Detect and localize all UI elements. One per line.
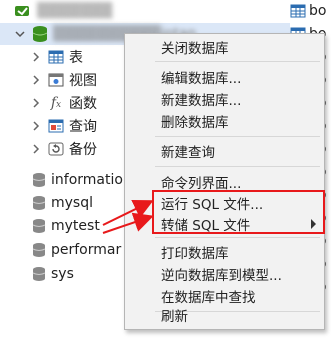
menu-item-label: 命令列界面...: [161, 176, 242, 192]
tree-item-queries[interactable]: 查询: [0, 115, 97, 137]
tree-item-label: 表: [69, 50, 83, 66]
database-icon: [32, 218, 46, 234]
tree-db-label: informatio: [51, 172, 123, 188]
tree-db-mytest[interactable]: mytest: [0, 215, 100, 237]
database-icon: [32, 266, 46, 282]
function-icon: fx: [50, 95, 62, 111]
menu-item-new-query[interactable]: 新建查询: [125, 140, 324, 162]
tree-item-label: 查询: [69, 119, 97, 135]
tree-db-label: performar: [51, 242, 122, 258]
tree-item-backups[interactable]: 备份: [0, 138, 97, 160]
database-icon: [32, 195, 46, 211]
menu-item-label: 编辑数据库...: [161, 71, 242, 87]
table-icon: [290, 4, 306, 18]
database-icon: [32, 242, 46, 258]
table-icon: [48, 50, 64, 64]
tree-db-label: mysql: [51, 195, 93, 211]
tree-item-label: 视图: [69, 73, 97, 89]
menu-item-delete-database[interactable]: 删除数据库: [125, 110, 324, 132]
menu-item-label: 打印数据库: [161, 246, 229, 262]
query-icon: [48, 119, 64, 133]
menu-separator: [155, 237, 320, 238]
tree-item-views[interactable]: 视图: [0, 69, 97, 91]
chevron-right-icon[interactable]: [30, 74, 42, 86]
menu-item-close-database[interactable]: 关闭数据库: [125, 36, 324, 58]
database-icon: [32, 172, 46, 188]
tree-db-label: sys: [51, 266, 74, 282]
backup-icon: [48, 142, 64, 156]
menu-item-edit-database[interactable]: 编辑数据库...: [125, 66, 324, 88]
connection-name: ▒▒▒▒▒▒▒: [37, 3, 113, 19]
database-icon: [32, 25, 48, 43]
tree-db-information-schema[interactable]: informatio: [0, 169, 123, 191]
tree-item-label: 备份: [69, 142, 97, 158]
menu-item-label: 刷新: [161, 309, 188, 325]
list-item-label: bo: [309, 3, 327, 19]
connection-icon: [14, 4, 32, 18]
tree-db-sys[interactable]: sys: [0, 263, 74, 285]
list-item[interactable]: bo: [290, 0, 326, 22]
menu-item-label: 关闭数据库: [161, 41, 229, 57]
menu-item-label: 逆向数据库到模型...: [161, 268, 282, 284]
chevron-right-icon[interactable]: [30, 51, 42, 63]
menu-item-print-database[interactable]: 打印数据库: [125, 241, 324, 263]
chevron-right-icon[interactable]: [30, 97, 42, 109]
menu-item-reverse-to-model[interactable]: 逆向数据库到模型...: [125, 263, 324, 285]
chevron-down-icon[interactable]: [14, 28, 26, 40]
view-icon: [48, 73, 64, 87]
tree-db-label: mytest: [51, 218, 100, 234]
tree-db-performance-schema[interactable]: performar: [0, 239, 121, 261]
tree-item-functions[interactable]: fx 函数: [0, 92, 97, 114]
tree-item-tables[interactable]: 表: [0, 46, 83, 68]
menu-separator: [155, 166, 320, 167]
menu-item-label: 新建数据库...: [161, 93, 242, 109]
menu-item-label: 删除数据库: [161, 115, 229, 131]
tree-item-label: 函数: [69, 96, 97, 112]
menu-item-label: 新建查询: [161, 145, 215, 161]
tree-db-mysql[interactable]: mysql: [0, 192, 93, 214]
menu-separator: [155, 61, 320, 62]
chevron-right-icon[interactable]: [30, 143, 42, 155]
highlight-box: [152, 190, 325, 234]
chevron-right-icon[interactable]: [30, 120, 42, 132]
menu-item-new-database[interactable]: 新建数据库...: [125, 88, 324, 110]
context-menu: 关闭数据库 编辑数据库... 新建数据库... 删除数据库 新建查询 命令列界面…: [124, 33, 325, 330]
menu-item-refresh[interactable]: 刷新: [125, 304, 324, 326]
menu-separator: [155, 136, 320, 137]
connection-row[interactable]: ▒▒▒▒▒▒▒: [0, 0, 112, 22]
menu-item-label: 在数据库中查找: [161, 290, 256, 306]
